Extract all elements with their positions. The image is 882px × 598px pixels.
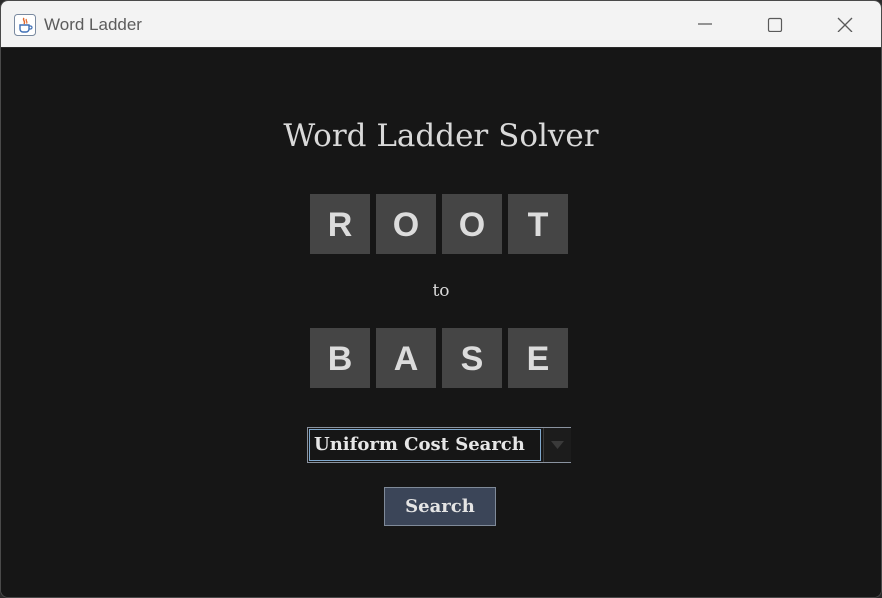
page-title: Word Ladder Solver — [283, 118, 599, 154]
start-letter-tile[interactable]: O — [442, 194, 502, 254]
algorithm-dropdown-button[interactable] — [543, 428, 571, 462]
maximize-button[interactable] — [741, 1, 811, 47]
title-bar[interactable]: Word Ladder — [1, 1, 881, 48]
algorithm-select[interactable]: Uniform Cost Search — [307, 427, 571, 463]
end-letter-tile[interactable]: A — [376, 328, 436, 388]
java-coffee-cup-icon — [14, 14, 36, 36]
window-title: Word Ladder — [44, 15, 142, 34]
end-letter-tile[interactable]: S — [442, 328, 502, 388]
chevron-down-icon — [551, 441, 564, 449]
algorithm-select-value[interactable]: Uniform Cost Search — [309, 429, 541, 461]
end-letter-tile[interactable]: E — [508, 328, 568, 388]
close-button[interactable] — [811, 1, 881, 47]
main-panel: Word Ladder Solver R O O T to B A S E Un… — [1, 48, 881, 597]
app-window: Word Ladder Word Ladder Solver R O O T t… — [0, 0, 882, 598]
end-letter-tile[interactable]: B — [310, 328, 370, 388]
to-separator-label: to — [432, 281, 450, 301]
minimize-button[interactable] — [671, 1, 741, 47]
maximize-icon — [767, 17, 783, 32]
start-letter-tile[interactable]: R — [310, 194, 370, 254]
minimize-icon — [698, 23, 712, 25]
end-word-tiles: B A S E — [310, 328, 572, 388]
search-button[interactable]: Search — [384, 487, 496, 526]
start-letter-tile[interactable]: T — [508, 194, 568, 254]
start-word-tiles: R O O T — [310, 194, 572, 254]
close-icon — [837, 17, 853, 32]
start-letter-tile[interactable]: O — [376, 194, 436, 254]
